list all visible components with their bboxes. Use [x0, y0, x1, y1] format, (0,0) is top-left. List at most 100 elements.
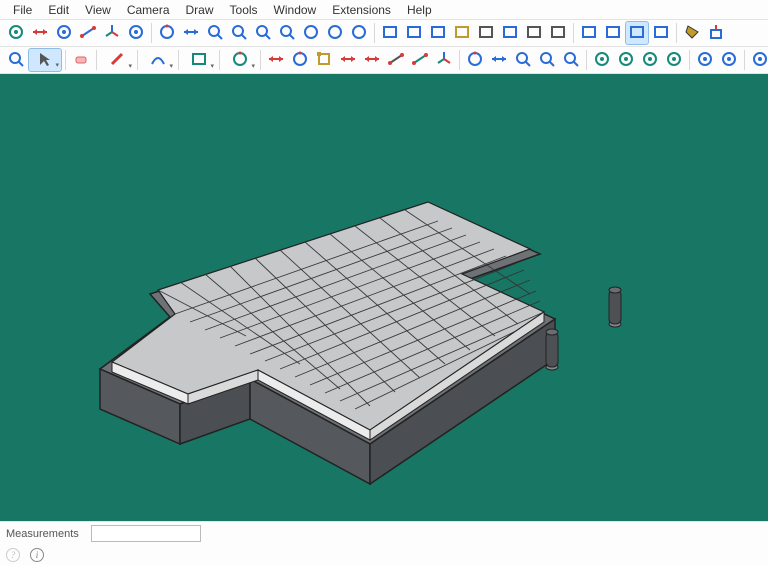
menu-extensions[interactable]: Extensions [325, 2, 398, 18]
look-around-tool[interactable] [347, 21, 371, 45]
viewport-3d[interactable] [0, 74, 768, 521]
materials-tool[interactable] [662, 48, 686, 72]
text-label-tool[interactable] [124, 21, 148, 45]
separator [65, 50, 66, 70]
materials-icon [664, 49, 684, 72]
axes-tool[interactable] [100, 21, 124, 45]
menu-edit[interactable]: Edit [41, 2, 76, 18]
tape-measure-tool[interactable] [384, 48, 408, 72]
zoom-tool[interactable] [203, 21, 227, 45]
section-plane-tool[interactable] [52, 21, 76, 45]
fog-tool[interactable] [546, 21, 570, 45]
mirror-tool[interactable] [360, 48, 384, 72]
top-tool[interactable] [601, 21, 625, 45]
select-icon [35, 49, 55, 72]
flip-along-tool[interactable] [28, 21, 52, 45]
eraser-tool[interactable] [69, 48, 93, 72]
push-pull-icon [706, 22, 726, 45]
styles-tool[interactable] [590, 48, 614, 72]
tape-measure-icon [386, 49, 406, 72]
menu-window[interactable]: Window [267, 2, 324, 18]
zoom-extents-2-tool[interactable] [535, 48, 559, 72]
zoom-2-tool[interactable] [511, 48, 535, 72]
separator [260, 50, 261, 70]
geo-location-icon[interactable]: ? [6, 548, 20, 562]
measurements-input[interactable] [91, 525, 201, 542]
position-camera-icon [301, 22, 321, 45]
paint-bucket-icon [682, 22, 702, 45]
zoom-extents-tool[interactable] [227, 21, 251, 45]
rectangle-tool[interactable] [182, 48, 216, 72]
layers-tool[interactable] [474, 21, 498, 45]
pan-tool[interactable] [179, 21, 203, 45]
solid-1-icon [750, 49, 768, 72]
position-camera-tool[interactable] [299, 21, 323, 45]
menu-draw[interactable]: Draw [179, 2, 221, 18]
pencil-tool[interactable] [100, 48, 134, 72]
back-tool[interactable] [649, 21, 673, 45]
iso-tool[interactable] [577, 21, 601, 45]
zoom-2-icon [513, 49, 533, 72]
zoom-window-tool[interactable] [251, 21, 275, 45]
hint-bar: ? i [0, 545, 768, 565]
shadows-tool[interactable] [522, 21, 546, 45]
push-pull-tool[interactable] [704, 21, 728, 45]
sandbox-2-icon [719, 49, 739, 72]
credits-info-icon[interactable]: i [30, 548, 44, 562]
rotate-tool[interactable] [288, 48, 312, 72]
3d-warehouse-tool[interactable] [426, 21, 450, 45]
menu-camera[interactable]: Camera [120, 2, 177, 18]
entity-info-tool[interactable] [402, 21, 426, 45]
scale-tool[interactable] [312, 48, 336, 72]
axes-tool-tool[interactable] [432, 48, 456, 72]
front-tool[interactable] [625, 21, 649, 45]
styles-icon [592, 49, 612, 72]
separator [744, 50, 745, 70]
move-tool[interactable] [264, 48, 288, 72]
orbit-tool[interactable] [155, 21, 179, 45]
separator [459, 50, 460, 70]
menu-view[interactable]: View [78, 2, 118, 18]
toolbar-2 [0, 47, 768, 74]
offset-tool[interactable] [336, 48, 360, 72]
offset-icon [338, 49, 358, 72]
select-tool[interactable] [28, 48, 62, 72]
scenes-tool[interactable] [638, 48, 662, 72]
walk-tool[interactable] [323, 21, 347, 45]
paint-bucket-tool[interactable] [680, 21, 704, 45]
solid-1-tool[interactable] [748, 48, 768, 72]
orbit-2-tool[interactable] [463, 48, 487, 72]
entity-info-icon [404, 22, 424, 45]
back-icon [651, 22, 671, 45]
menu-file[interactable]: File [6, 2, 39, 18]
model-info-tool[interactable] [378, 21, 402, 45]
scenes-icon [640, 49, 660, 72]
arc-tool[interactable] [141, 48, 175, 72]
tags-tool[interactable] [614, 48, 638, 72]
sandbox-2-tool[interactable] [717, 48, 741, 72]
outliner-tool[interactable] [498, 21, 522, 45]
search-tool[interactable] [4, 48, 28, 72]
menu-help[interactable]: Help [400, 2, 439, 18]
orbit-icon [157, 22, 177, 45]
layers-icon [476, 22, 496, 45]
circle-tool[interactable] [223, 48, 257, 72]
dimension-tool[interactable] [76, 21, 100, 45]
separator [219, 50, 220, 70]
zoom-window-icon [253, 22, 273, 45]
pan-2-tool[interactable] [487, 48, 511, 72]
make-component-tool[interactable] [4, 21, 28, 45]
iso-icon [579, 22, 599, 45]
zoom-previous-tool[interactable] [275, 21, 299, 45]
text-label-icon [126, 22, 146, 45]
sandbox-1-tool[interactable] [693, 48, 717, 72]
menu-tools[interactable]: Tools [223, 2, 265, 18]
separator [151, 23, 152, 43]
search-icon [6, 49, 26, 72]
zoom-window-2-tool[interactable] [559, 48, 583, 72]
separator [374, 23, 375, 43]
axes-icon [102, 22, 122, 45]
protractor-tool[interactable] [408, 48, 432, 72]
extension-warehouse-tool[interactable] [450, 21, 474, 45]
walk-icon [325, 22, 345, 45]
